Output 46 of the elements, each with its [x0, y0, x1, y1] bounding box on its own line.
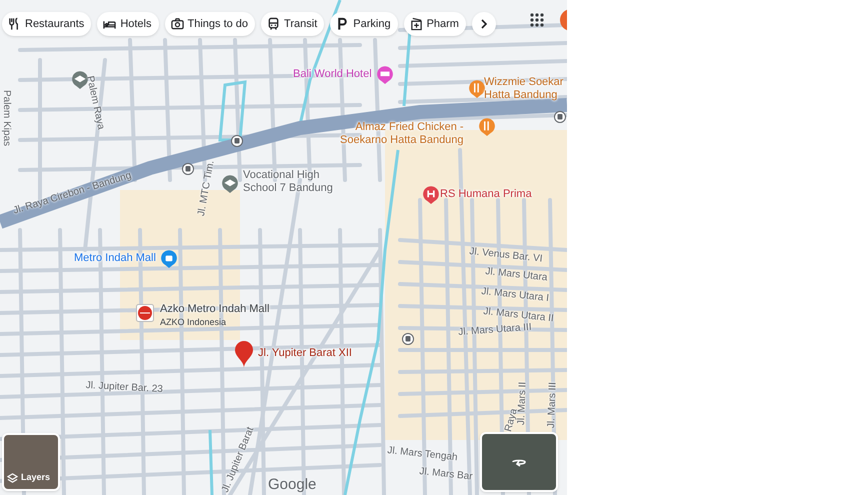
- category-chip[interactable]: Restaurants: [2, 12, 92, 36]
- category-chip[interactable]: Parking: [330, 12, 398, 36]
- street-label: Jl. Mars III: [546, 382, 559, 428]
- chevron-right-icon: [480, 19, 488, 29]
- street-label: Jl. Mars Utara III: [458, 322, 532, 338]
- category-chip[interactable]: Things to do: [164, 12, 256, 36]
- place-label[interactable]: RS Humana Prima: [440, 188, 532, 201]
- map-pin-icon[interactable]: [234, 341, 254, 369]
- bus-stop-icon[interactable]: [182, 163, 194, 175]
- street-label: Jl. Jupiter Barat: [220, 426, 256, 494]
- place-label[interactable]: Azko Metro Indah Mall: [160, 303, 270, 316]
- place-label[interactable]: Almaz Fried Chicken - Soekarno Hatta Bandung: [340, 121, 464, 147]
- camera-icon: [170, 17, 184, 31]
- street-label: Jl. Mars Bar: [418, 466, 474, 483]
- street-label: Jl. Jupiter Bar. 23: [85, 380, 164, 396]
- place-label[interactable]: Metro Indah Mall: [74, 252, 156, 265]
- category-chip[interactable]: Pharm: [404, 12, 466, 36]
- street-label: Jl. Mars Utara II: [482, 306, 554, 324]
- hospital-h-icon[interactable]: [423, 186, 439, 204]
- apps-grid-icon[interactable]: [530, 13, 544, 27]
- category-chip[interactable]: Hotels: [97, 12, 158, 36]
- street-view-thumbnail[interactable]: [480, 432, 558, 492]
- street-label: Jl. Venus Bar. VI: [468, 246, 543, 265]
- category-chip[interactable]: Transit: [261, 12, 324, 36]
- train-icon: [267, 17, 280, 31]
- street-label: Jl. Mars Utara I: [480, 286, 550, 304]
- parking-p-icon: [336, 17, 350, 31]
- rotate-arrow-icon: [510, 457, 528, 467]
- place-label[interactable]: Wizzmie Soekar Hatta Bandung: [484, 76, 564, 102]
- plus-bag-icon: [410, 17, 423, 31]
- street-label: Jl. Mars II: [516, 382, 528, 426]
- layers-icon: [7, 473, 18, 484]
- store-logo-icon[interactable]: [136, 304, 154, 322]
- street-label: Jl. Raya Cirebon - Bandung: [12, 170, 133, 217]
- place-label[interactable]: Jl. Yupiter Barat XII: [258, 347, 352, 360]
- place-label[interactable]: Vocational High School 7 Bandung: [243, 169, 333, 195]
- street-label: Jl. Mars Tengah: [386, 445, 458, 464]
- google-logo: Google: [268, 475, 316, 495]
- bus-stop-icon[interactable]: [554, 111, 566, 123]
- street-label: Palem Raya: [84, 75, 106, 131]
- street-label: Jl. Mars Utara: [484, 266, 548, 284]
- scroll-right-button[interactable]: [472, 12, 496, 36]
- layers-button[interactable]: Layers: [2, 433, 60, 491]
- street-label: Jl. MTC Tim.: [196, 160, 217, 217]
- place-subtitle: AZKO Indonesia: [160, 316, 226, 329]
- street-label: Palem Kipas: [1, 90, 12, 146]
